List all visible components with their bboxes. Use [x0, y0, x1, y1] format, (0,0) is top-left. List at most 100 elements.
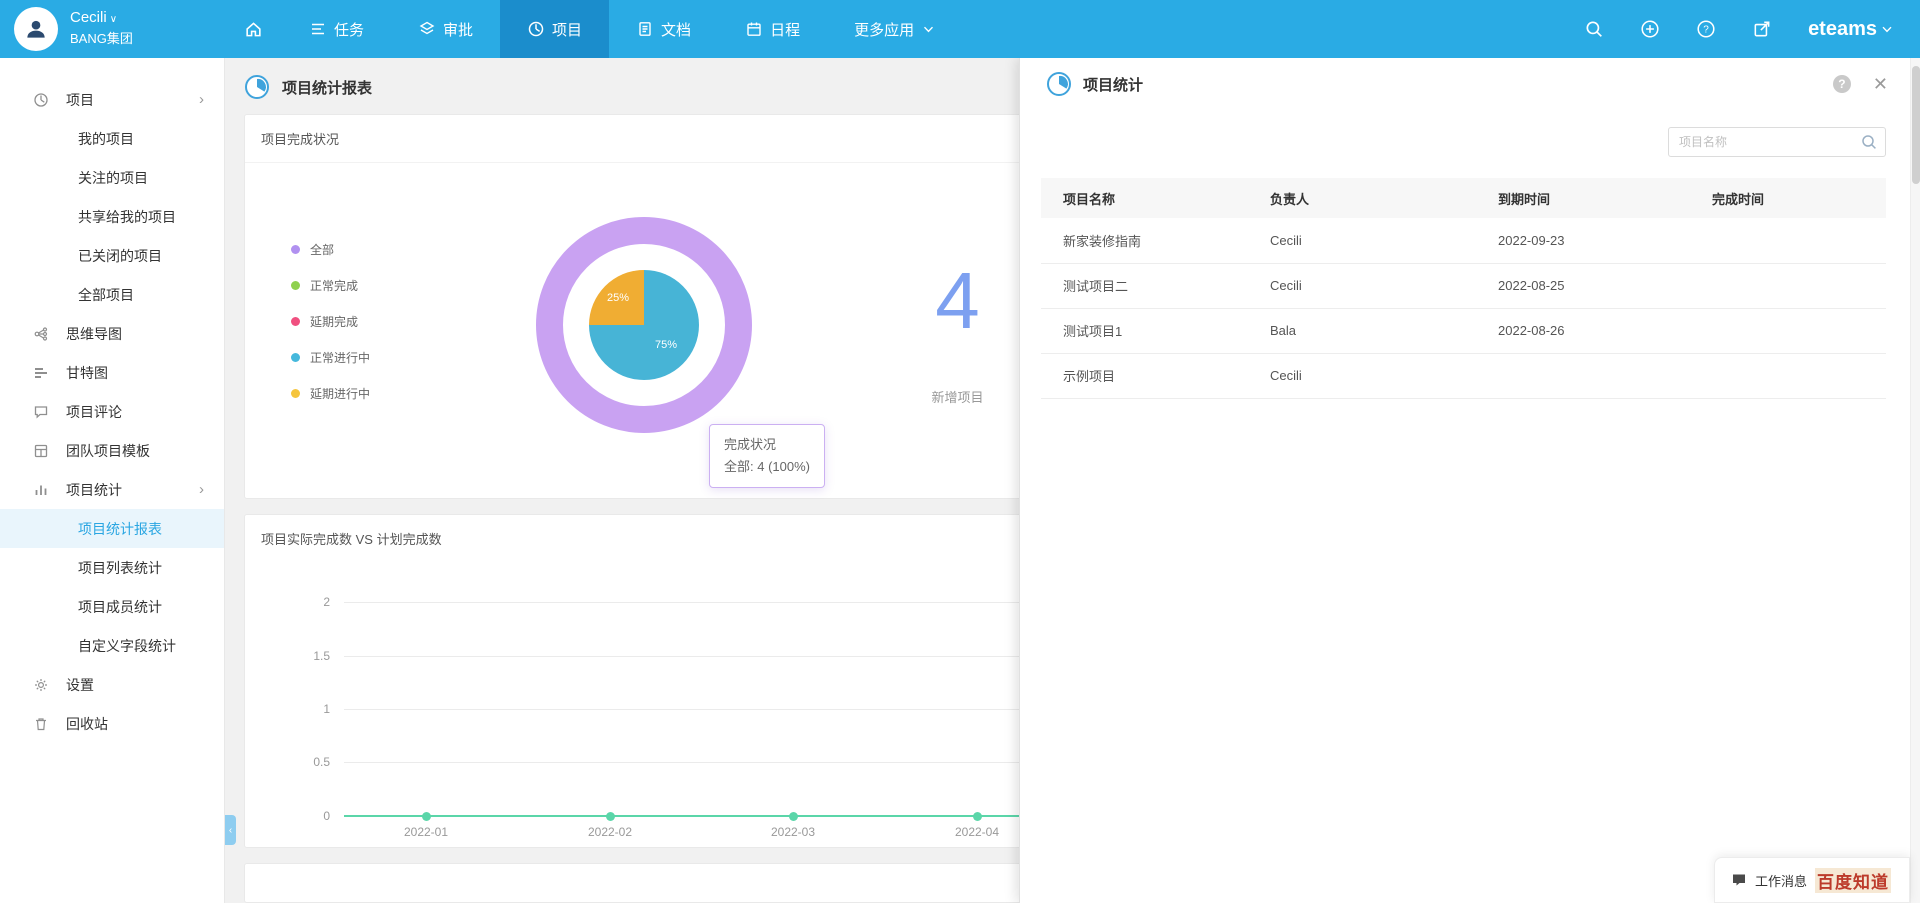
chevron-down-icon: ∨: [110, 14, 117, 25]
gear-icon: [33, 677, 49, 693]
help-circle-icon[interactable]: ?: [1696, 19, 1716, 39]
trash-icon: [33, 716, 49, 732]
table-row[interactable]: 新家装修指南 Cecili 2022-09-23: [1041, 218, 1886, 263]
sidebar-item-all-projects[interactable]: 全部项目: [0, 275, 224, 314]
stats-icon: [1046, 71, 1072, 97]
project-icon: [527, 20, 545, 38]
sidebar-item-shared-projects[interactable]: 共享给我的项目: [0, 197, 224, 236]
search-box: [1668, 127, 1886, 157]
sidebar-item-my-projects[interactable]: 我的项目: [0, 119, 224, 158]
sidebar: 项目 › 我的项目 关注的项目 共享给我的项目 已关闭的项目 全部项目 思维导图…: [0, 58, 225, 903]
sidebar-item-member-stats[interactable]: 项目成员统计: [0, 587, 224, 626]
donut-chart[interactable]: 25% 75%: [536, 217, 752, 433]
avatar[interactable]: [14, 7, 58, 51]
legend-item[interactable]: 正常完成: [291, 267, 370, 303]
nav-item-more-apps[interactable]: 更多应用: [827, 0, 961, 58]
chevron-down-icon: [923, 26, 934, 33]
sidebar-item-list-stats[interactable]: 项目列表统计: [0, 548, 224, 587]
sidebar-item-custom-field-stats[interactable]: 自定义字段统计: [0, 626, 224, 665]
person-icon: [23, 16, 49, 42]
column-header: 负责人: [1248, 178, 1476, 218]
pie-slice-label: 25%: [603, 292, 633, 304]
chart-tooltip: 完成状况 全部: 4 (100%): [709, 424, 825, 488]
sidebar-item-project-comments[interactable]: 项目评论: [0, 392, 224, 431]
help-icon[interactable]: ?: [1833, 75, 1851, 93]
user-menu[interactable]: Cecili∨ BANG集团: [0, 7, 225, 51]
template-icon: [33, 443, 49, 459]
x-axis-tick: 2022-03: [753, 825, 833, 839]
legend-dot: [291, 317, 300, 326]
top-nav: 任务 审批 项目 文档 日程 更多应用: [225, 0, 961, 58]
topbar-actions: ? eteams: [1584, 18, 1920, 41]
svg-text:?: ?: [1703, 25, 1709, 36]
brand-logo[interactable]: eteams: [1808, 18, 1892, 41]
plus-circle-icon[interactable]: [1640, 19, 1660, 39]
search-input[interactable]: [1668, 127, 1886, 157]
data-point[interactable]: [973, 812, 982, 821]
sidebar-item-settings[interactable]: 设置: [0, 665, 224, 704]
data-point[interactable]: [606, 812, 615, 821]
y-axis-tick: 2: [275, 595, 330, 609]
sidebar-item-recycle-bin[interactable]: 回收站: [0, 704, 224, 743]
sidebar-item-team-templates[interactable]: 团队项目模板: [0, 431, 224, 470]
stats-report-icon: [244, 74, 270, 100]
donut-inner-pie[interactable]: 25% 75%: [589, 270, 699, 380]
search-icon[interactable]: [1860, 133, 1878, 151]
legend-dot: [291, 281, 300, 290]
calendar-icon: [745, 20, 763, 38]
comment-icon: [33, 404, 49, 420]
page-title: 项目统计报表: [282, 77, 372, 98]
chevron-right-icon: ›: [199, 481, 204, 498]
nav-item-home[interactable]: [225, 0, 282, 58]
nav-item-projects[interactable]: 项目: [500, 0, 609, 58]
table-row[interactable]: 测试项目二 Cecili 2022-08-25: [1041, 263, 1886, 308]
search-icon[interactable]: [1584, 19, 1604, 39]
legend-dot: [291, 353, 300, 362]
work-message-label[interactable]: 工作消息: [1755, 871, 1807, 890]
sidebar-item-mindmap[interactable]: 思维导图: [0, 314, 224, 353]
close-icon[interactable]: ✕: [1873, 75, 1888, 93]
work-message-widget: 工作消息 百度知道: [1714, 857, 1910, 903]
stats-icon: [33, 482, 49, 498]
nav-item-tasks[interactable]: 任务: [282, 0, 391, 58]
legend-item[interactable]: 全部: [291, 231, 370, 267]
y-axis-tick: 1: [275, 702, 330, 716]
message-bubble-icon: [1731, 872, 1747, 888]
sidebar-item-project-stats[interactable]: 项目统计 ›: [0, 470, 224, 509]
table-row[interactable]: 示例项目 Cecili: [1041, 353, 1886, 398]
nav-item-calendar[interactable]: 日程: [718, 0, 827, 58]
user-org: BANG集团: [70, 31, 133, 46]
legend-dot: [291, 245, 300, 254]
legend-item[interactable]: 延期完成: [291, 303, 370, 339]
home-icon: [244, 20, 263, 39]
sidebar-item-closed-projects[interactable]: 已关闭的项目: [0, 236, 224, 275]
gantt-icon: [33, 365, 49, 381]
project-icon: [33, 92, 49, 108]
sidebar-item-followed-projects[interactable]: 关注的项目: [0, 158, 224, 197]
nav-item-approval[interactable]: 审批: [391, 0, 500, 58]
sidebar-collapse-handle[interactable]: ‹: [225, 815, 236, 845]
y-axis-tick: 0: [275, 809, 330, 823]
table-row[interactable]: 测试项目1 Bala 2022-08-26: [1041, 308, 1886, 353]
x-axis-tick: 2022-04: [937, 825, 1017, 839]
sidebar-item-gantt[interactable]: 甘特图: [0, 353, 224, 392]
data-point[interactable]: [789, 812, 798, 821]
chevron-down-icon: [1882, 26, 1892, 33]
sidebar-item-stats-report[interactable]: 项目统计报表: [0, 509, 224, 548]
sidebar-item-projects[interactable]: 项目 ›: [0, 80, 224, 119]
approval-icon: [418, 20, 436, 38]
scrollbar-thumb[interactable]: [1912, 66, 1920, 184]
nav-item-docs[interactable]: 文档: [609, 0, 718, 58]
sidebar-item-label: 项目: [66, 90, 94, 110]
panel-header: 项目统计 ? ✕: [1020, 58, 1910, 108]
data-point[interactable]: [422, 812, 431, 821]
new-projects-count: 4: [900, 261, 1015, 341]
x-axis-tick: 2022-02: [570, 825, 650, 839]
legend-item[interactable]: 延期进行中: [291, 375, 370, 411]
chevron-right-icon: ›: [199, 91, 204, 108]
legend-dot: [291, 389, 300, 398]
legend-item[interactable]: 正常进行中: [291, 339, 370, 375]
launch-icon[interactable]: [1752, 19, 1772, 39]
table-header-row: 项目名称 负责人 到期时间 完成时间: [1041, 178, 1886, 218]
column-header: 项目名称: [1041, 178, 1248, 218]
